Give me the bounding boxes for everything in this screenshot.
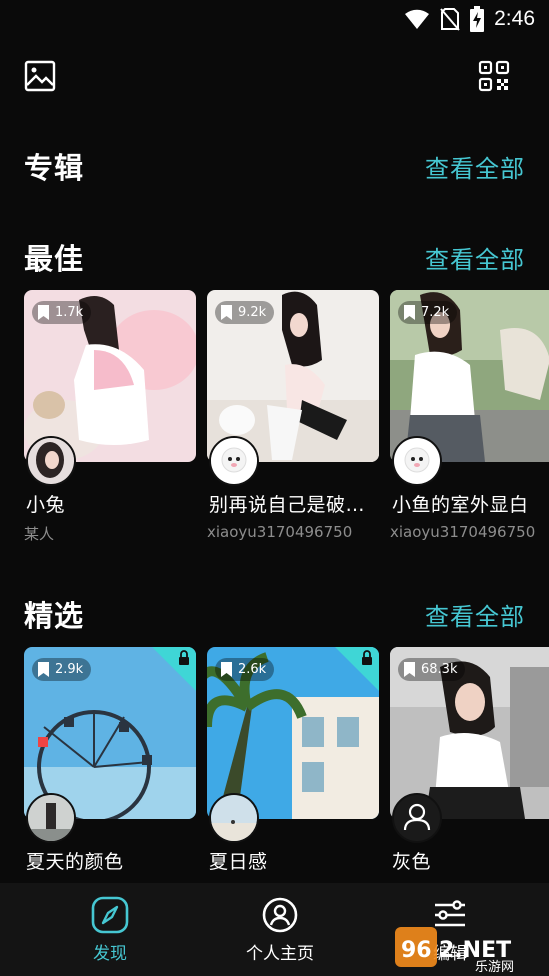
section-title-featured: 精选 bbox=[24, 599, 85, 633]
best-card-row: 1.7k 小兔 某人 9.2k 别再说自己是破… xiaoyu317049675… bbox=[24, 290, 549, 550]
status-time: 2:46 bbox=[494, 7, 535, 30]
card-title[interactable]: 夏日感 bbox=[209, 847, 381, 874]
watermark-logo: 96 2.NET 乐游网 bbox=[395, 927, 545, 975]
top-bar bbox=[0, 58, 549, 98]
bookmark-count: 7.2k bbox=[421, 305, 450, 320]
bookmark-count-badge: 9.2k bbox=[215, 301, 275, 324]
bookmark-icon bbox=[38, 662, 49, 677]
user-circle-icon bbox=[260, 895, 300, 935]
bookmark-icon bbox=[221, 662, 232, 677]
bookmark-count-badge: 68.3k bbox=[398, 658, 466, 681]
bookmark-count-badge: 1.7k bbox=[32, 301, 92, 324]
default-avatar[interactable] bbox=[392, 793, 442, 843]
lock-badge bbox=[335, 647, 379, 691]
best-section-header: 最佳 查看全部 bbox=[24, 237, 525, 277]
qr-code-icon[interactable] bbox=[476, 58, 512, 94]
nav-label: 发现 bbox=[93, 944, 127, 964]
nav-profile[interactable]: 个人主页 bbox=[220, 895, 340, 964]
avatar[interactable] bbox=[209, 436, 259, 486]
card-author[interactable]: 某人 bbox=[24, 523, 196, 544]
avatar[interactable] bbox=[392, 436, 442, 486]
bookmark-count-badge: 2.9k bbox=[32, 658, 92, 681]
bookmark-count: 2.9k bbox=[55, 662, 84, 677]
featured-see-all-link[interactable]: 查看全部 bbox=[425, 597, 525, 632]
bookmark-count: 68.3k bbox=[421, 662, 458, 677]
card-title[interactable]: 别再说自己是破… bbox=[209, 490, 381, 517]
album-section-header: 专辑 查看全部 bbox=[24, 146, 525, 186]
lock-badge bbox=[152, 647, 196, 691]
battery-charging-icon bbox=[470, 6, 485, 32]
avatar[interactable] bbox=[26, 793, 76, 843]
card-title[interactable]: 小兔 bbox=[26, 490, 198, 517]
bookmark-count-badge: 7.2k bbox=[398, 301, 458, 324]
card-title[interactable]: 夏天的颜色 bbox=[26, 847, 198, 874]
featured-section-header: 精选 查看全部 bbox=[24, 594, 525, 634]
bookmark-icon bbox=[38, 305, 49, 320]
section-title-best: 最佳 bbox=[24, 242, 85, 276]
best-see-all-link[interactable]: 查看全部 bbox=[425, 240, 525, 275]
watermark-sub: 乐游网 bbox=[475, 960, 514, 972]
avatar[interactable] bbox=[26, 436, 76, 486]
watermark-brand-part: 96 bbox=[401, 938, 432, 963]
bookmark-count: 2.6k bbox=[238, 662, 267, 677]
wifi-icon bbox=[405, 9, 430, 30]
bookmark-count: 1.7k bbox=[55, 305, 84, 320]
image-icon[interactable] bbox=[22, 58, 58, 94]
card-author[interactable]: xiaoyu3170496750 bbox=[390, 523, 549, 541]
bookmark-icon bbox=[404, 662, 415, 677]
nav-discover[interactable]: 发现 bbox=[50, 895, 170, 964]
compass-icon bbox=[90, 895, 130, 935]
featured-card-row: 2.9k 夏天的颜色 2.6k 夏日感 68.3k 灰色 bbox=[24, 647, 549, 883]
bookmark-count-badge: 2.6k bbox=[215, 658, 275, 681]
nav-label: 个人主页 bbox=[246, 944, 314, 964]
section-title-album: 专辑 bbox=[24, 151, 85, 185]
bookmark-icon bbox=[404, 305, 415, 320]
status-bar: 2:46 bbox=[0, 0, 549, 36]
user-icon bbox=[403, 803, 431, 831]
avatar[interactable] bbox=[209, 793, 259, 843]
bookmark-icon bbox=[221, 305, 232, 320]
album-see-all-link[interactable]: 查看全部 bbox=[425, 149, 525, 184]
no-sim-icon bbox=[440, 8, 460, 31]
card-title[interactable]: 小鱼的室外显白 bbox=[392, 490, 549, 517]
card-title[interactable]: 灰色 bbox=[392, 847, 549, 874]
bookmark-count: 9.2k bbox=[238, 305, 267, 320]
card-author[interactable]: xiaoyu3170496750 bbox=[207, 523, 379, 541]
